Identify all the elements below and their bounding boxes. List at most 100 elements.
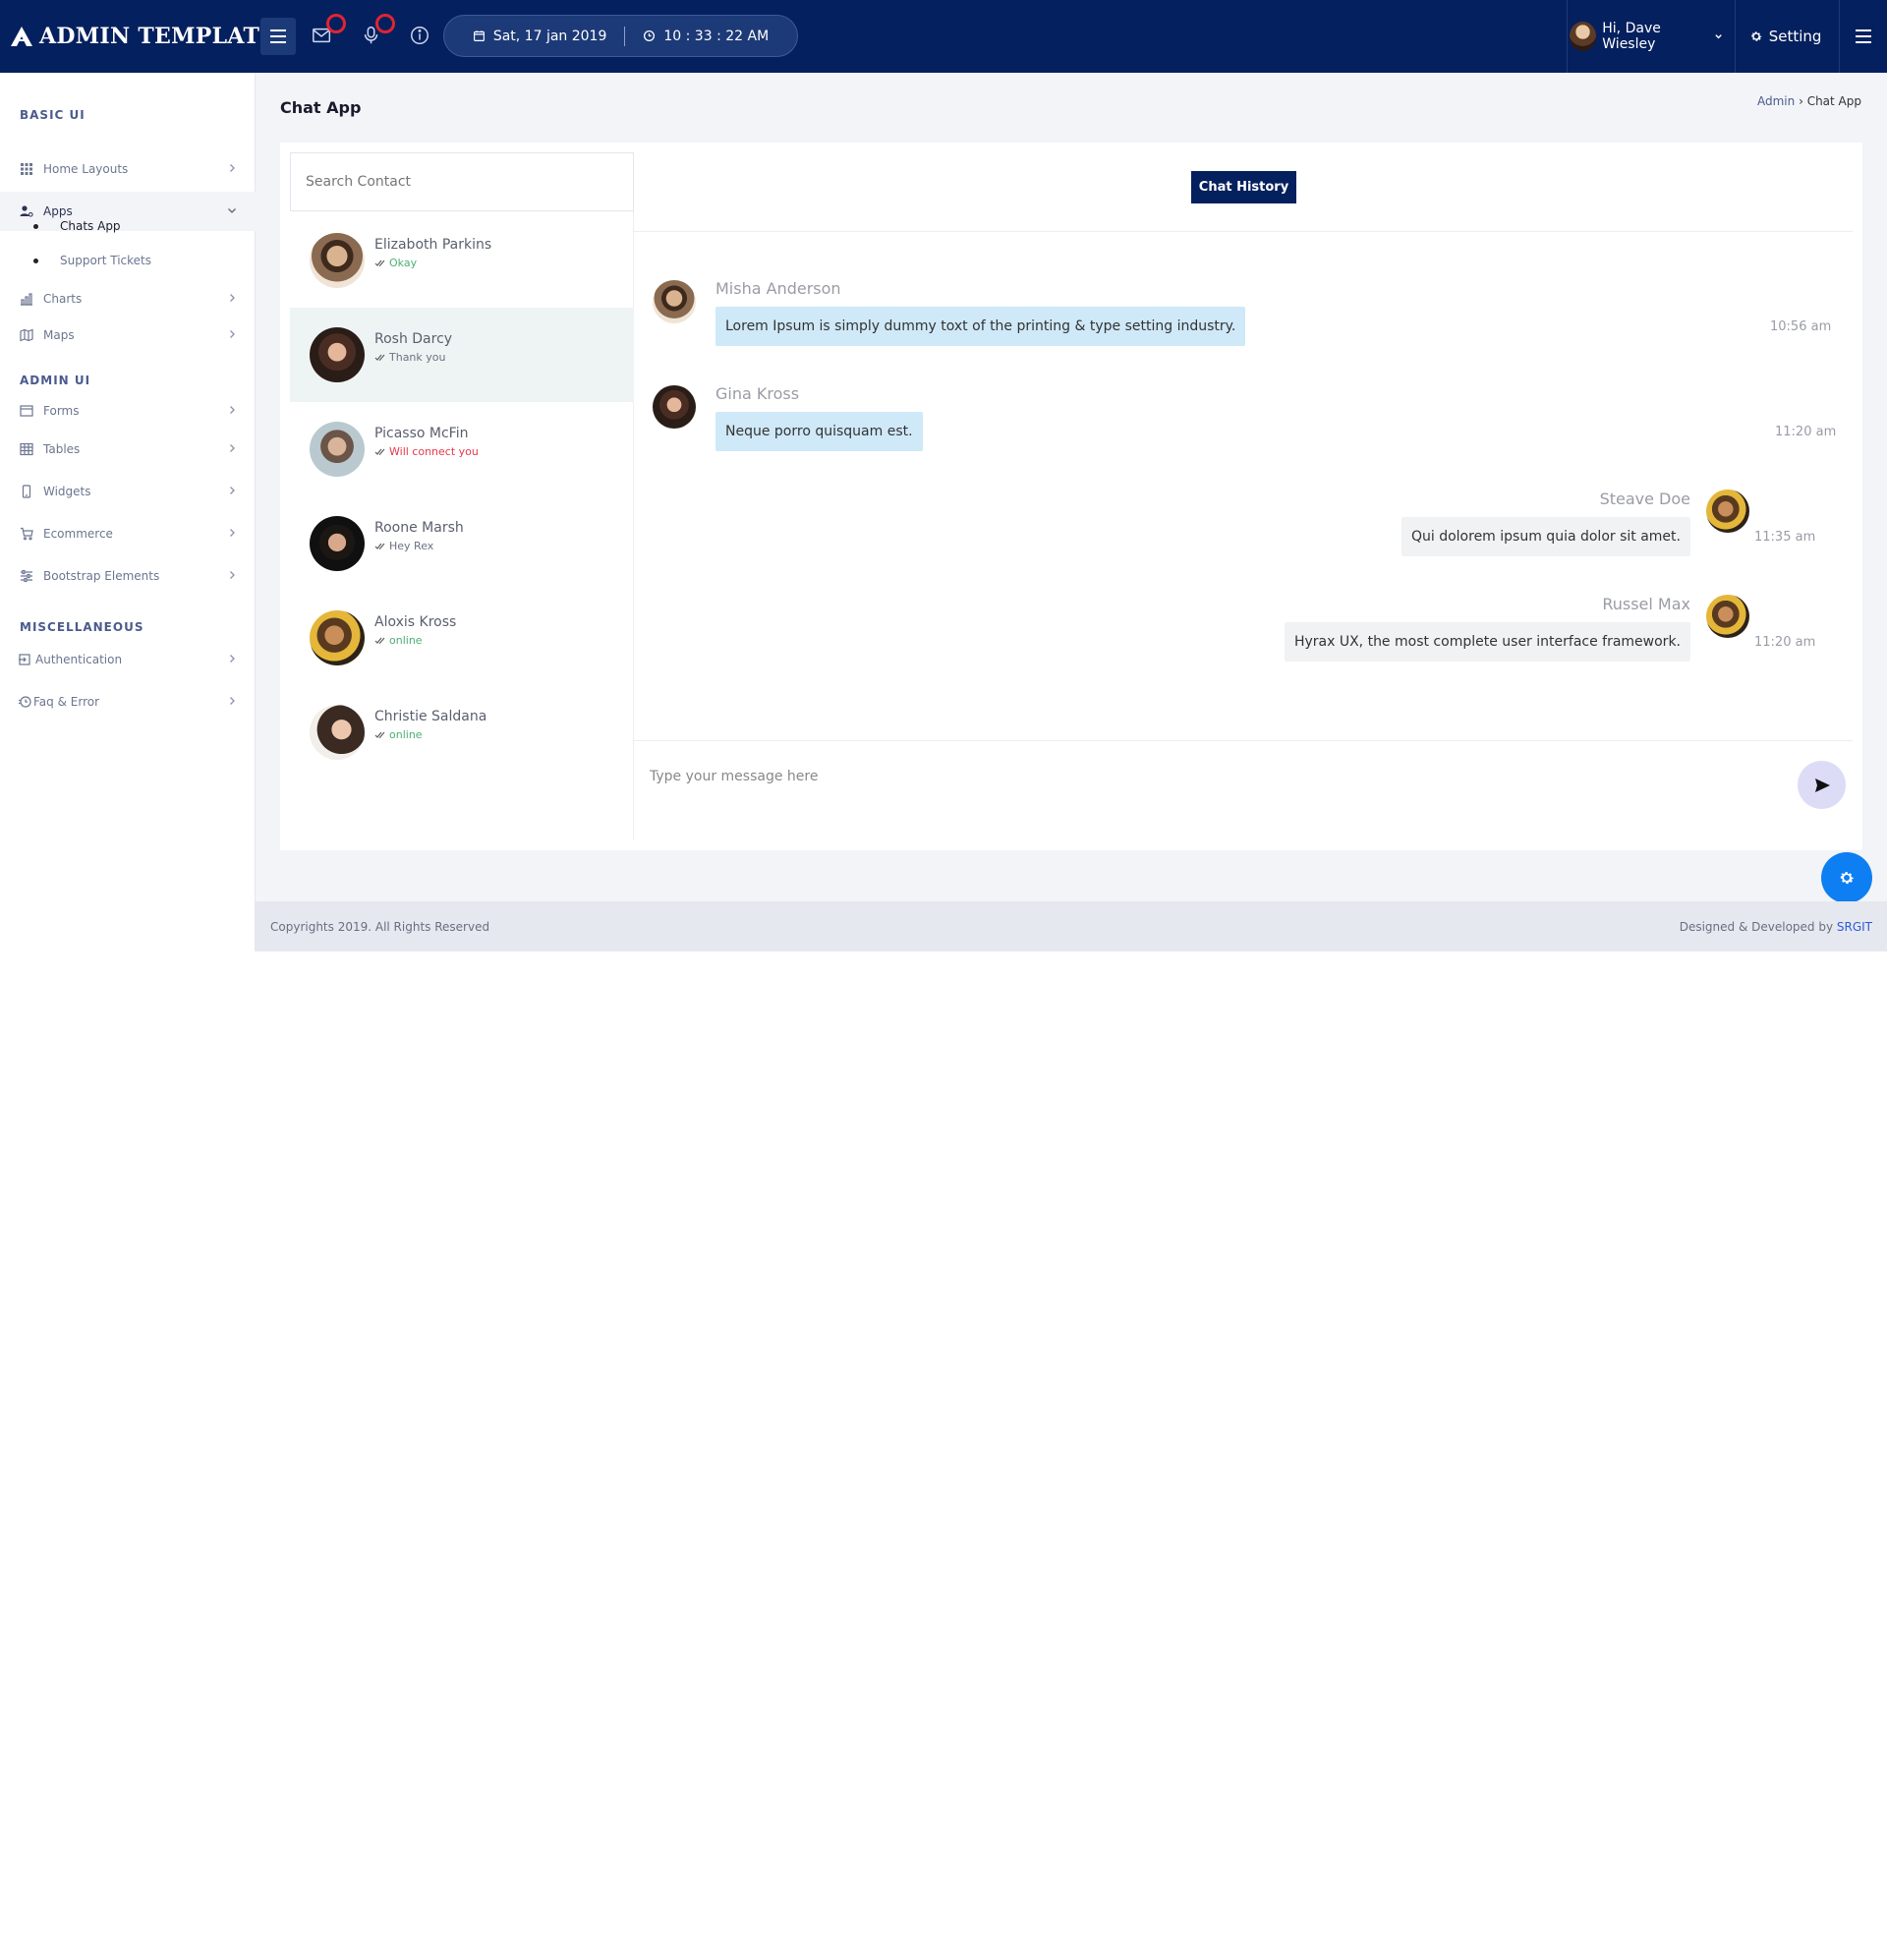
menu-toggle-button[interactable] [260,18,296,55]
message-sender: Misha Anderson [715,279,841,298]
login-icon [19,654,30,665]
send-icon [1814,778,1830,792]
contact-item[interactable]: Christie Saldana online [290,685,634,779]
message-sender: Gina Kross [715,384,800,403]
contact-name: Elizaboth Parkins [374,236,492,253]
sidebar-subitem-label: Support Tickets [60,254,152,267]
contact-list: Search Contact Elizaboth Parkins Okay Ro… [290,152,634,840]
send-button[interactable] [1798,761,1846,809]
breadcrumb: Admin › Chat App [1757,94,1861,108]
settings-fab-button[interactable] [1821,852,1872,903]
chevron-right-icon [230,529,235,537]
avatar [1706,595,1749,638]
sidebar-item-label: Ecommerce [43,527,113,541]
double-check-icon [374,354,385,361]
avatar [310,516,365,571]
chevron-right-icon [230,655,235,663]
breadcrumb-link-admin[interactable]: Admin [1757,94,1795,108]
sliders-icon [21,569,32,583]
sidebar-item-bootstrap-elements[interactable]: Bootstrap Elements [0,556,256,596]
chevron-right-icon [230,294,235,302]
sidebar-subitem-support-tickets[interactable]: Support Tickets [33,254,151,267]
mail-button[interactable] [309,14,346,49]
sidebar-item-tables[interactable]: Tables [0,430,256,469]
sidebar-item-widgets[interactable]: Widgets [0,472,256,511]
contact-name: Rosh Darcy [374,330,453,347]
top-navbar: ADMIN TEMPLATE Sat, 17 jan 2019 10 : 33 … [0,0,1887,73]
double-check-icon [374,259,385,266]
chevron-right-icon [230,444,235,452]
message-bubble: Lorem Ipsum is simply dummy toxt of the … [715,307,1246,346]
avatar [310,422,365,477]
sidebar-item-faq-error[interactable]: Faq & Error [0,682,256,721]
footer-designed-text: Designed & Developed by [1679,920,1837,934]
mobile-icon [22,485,31,498]
sidebar-item-charts[interactable]: Charts [0,279,256,318]
sidebar-item-authentication[interactable]: Authentication [0,640,256,679]
contact-item[interactable]: Rosh Darcy Thank you [290,308,634,402]
user-gear-icon [20,205,33,217]
chevron-right-icon [230,406,235,414]
avatar [653,280,696,323]
logo-icon [11,27,32,46]
sidebar-item-label: Bootstrap Elements [43,569,160,583]
footer-company-link[interactable]: SRGIT [1837,920,1872,934]
sidebar-subitem-chats-app[interactable]: Chats App [33,219,121,233]
settings-button[interactable]: Setting [1736,0,1841,73]
sidebar-item-home-layouts[interactable]: Home Layouts [0,149,256,189]
message-sender: Steave Doe [1599,490,1690,508]
chat-history-button[interactable]: Chat History [1191,171,1296,203]
avatar [310,610,365,665]
right-menu-button[interactable] [1840,0,1887,73]
bar-chart-icon [21,293,32,306]
avatar [310,705,365,760]
gear-icon [1750,31,1762,41]
chevron-right-icon [230,571,235,579]
breadcrumb-current: Chat App [1806,94,1861,108]
contact-status: online [389,727,423,741]
user-greeting: Hi, Dave Wiesley [1602,21,1661,52]
contact-item[interactable]: Roone Marsh Hey Rex [290,496,634,591]
sidebar-item-forms[interactable]: Forms [0,391,256,431]
footer: Copyrights 2019. All Rights Reserved Des… [256,901,1887,951]
double-check-icon [374,731,385,738]
cart-icon [21,527,33,541]
info-button[interactable] [406,22,433,49]
sidebar-subitem-label: Chats App [60,219,121,233]
user-menu[interactable]: Hi, Dave Wiesley [1568,0,1736,73]
contact-item[interactable]: Elizaboth Parkins Okay [290,213,634,308]
notification-badge [375,14,395,33]
clock-icon [644,29,656,42]
avatar [653,385,696,429]
sidebar-item-label: Maps [43,328,75,342]
main-content: Chat App Admin › Chat App Search Contact… [256,73,1887,901]
search-contact-input[interactable]: Search Contact [290,152,634,211]
sidebar-item-label: Apps [43,204,73,218]
mic-button[interactable] [358,14,395,49]
message-time: 11:35 am [1754,530,1816,545]
user-area: Hi, Dave Wiesley Setting [1567,0,1887,73]
sidebar-item-label: Charts [43,292,83,306]
contact-item[interactable]: Aloxis Kross online [290,591,634,685]
map-icon [20,328,33,342]
gear-icon [1840,872,1855,885]
brand-name: ADMIN TEMPLATE [39,24,277,49]
message-bubble: Neque porro quisquam est. [715,412,923,451]
section-title-admin-ui: ADMIN UI [20,374,91,387]
sidebar-item-label: Tables [43,442,81,456]
contact-status: Hey Rex [389,539,434,552]
sidebar-item-maps[interactable]: Maps [0,316,256,355]
message-bubble: Qui dolorem ipsum quia dolor sit amet. [1401,517,1690,556]
sidebar-item-label: Authentication [35,653,123,666]
message-input[interactable]: Type your message here [650,769,818,784]
sidebar-item-ecommerce[interactable]: Ecommerce [0,514,256,553]
footer-credit: Designed & Developed by SRGIT [1680,920,1872,934]
sidebar-item-label: Widgets [43,485,91,498]
contact-item[interactable]: Picasso McFin Will connect you [290,402,634,496]
contact-name: Aloxis Kross [374,613,457,630]
chevron-right-icon [230,697,235,705]
chat-header: Chat History [634,143,1853,232]
brand[interactable]: ADMIN TEMPLATE [10,22,276,51]
message-sender: Russel Max [1602,595,1690,613]
contact-name: Christie Saldana [374,708,487,724]
